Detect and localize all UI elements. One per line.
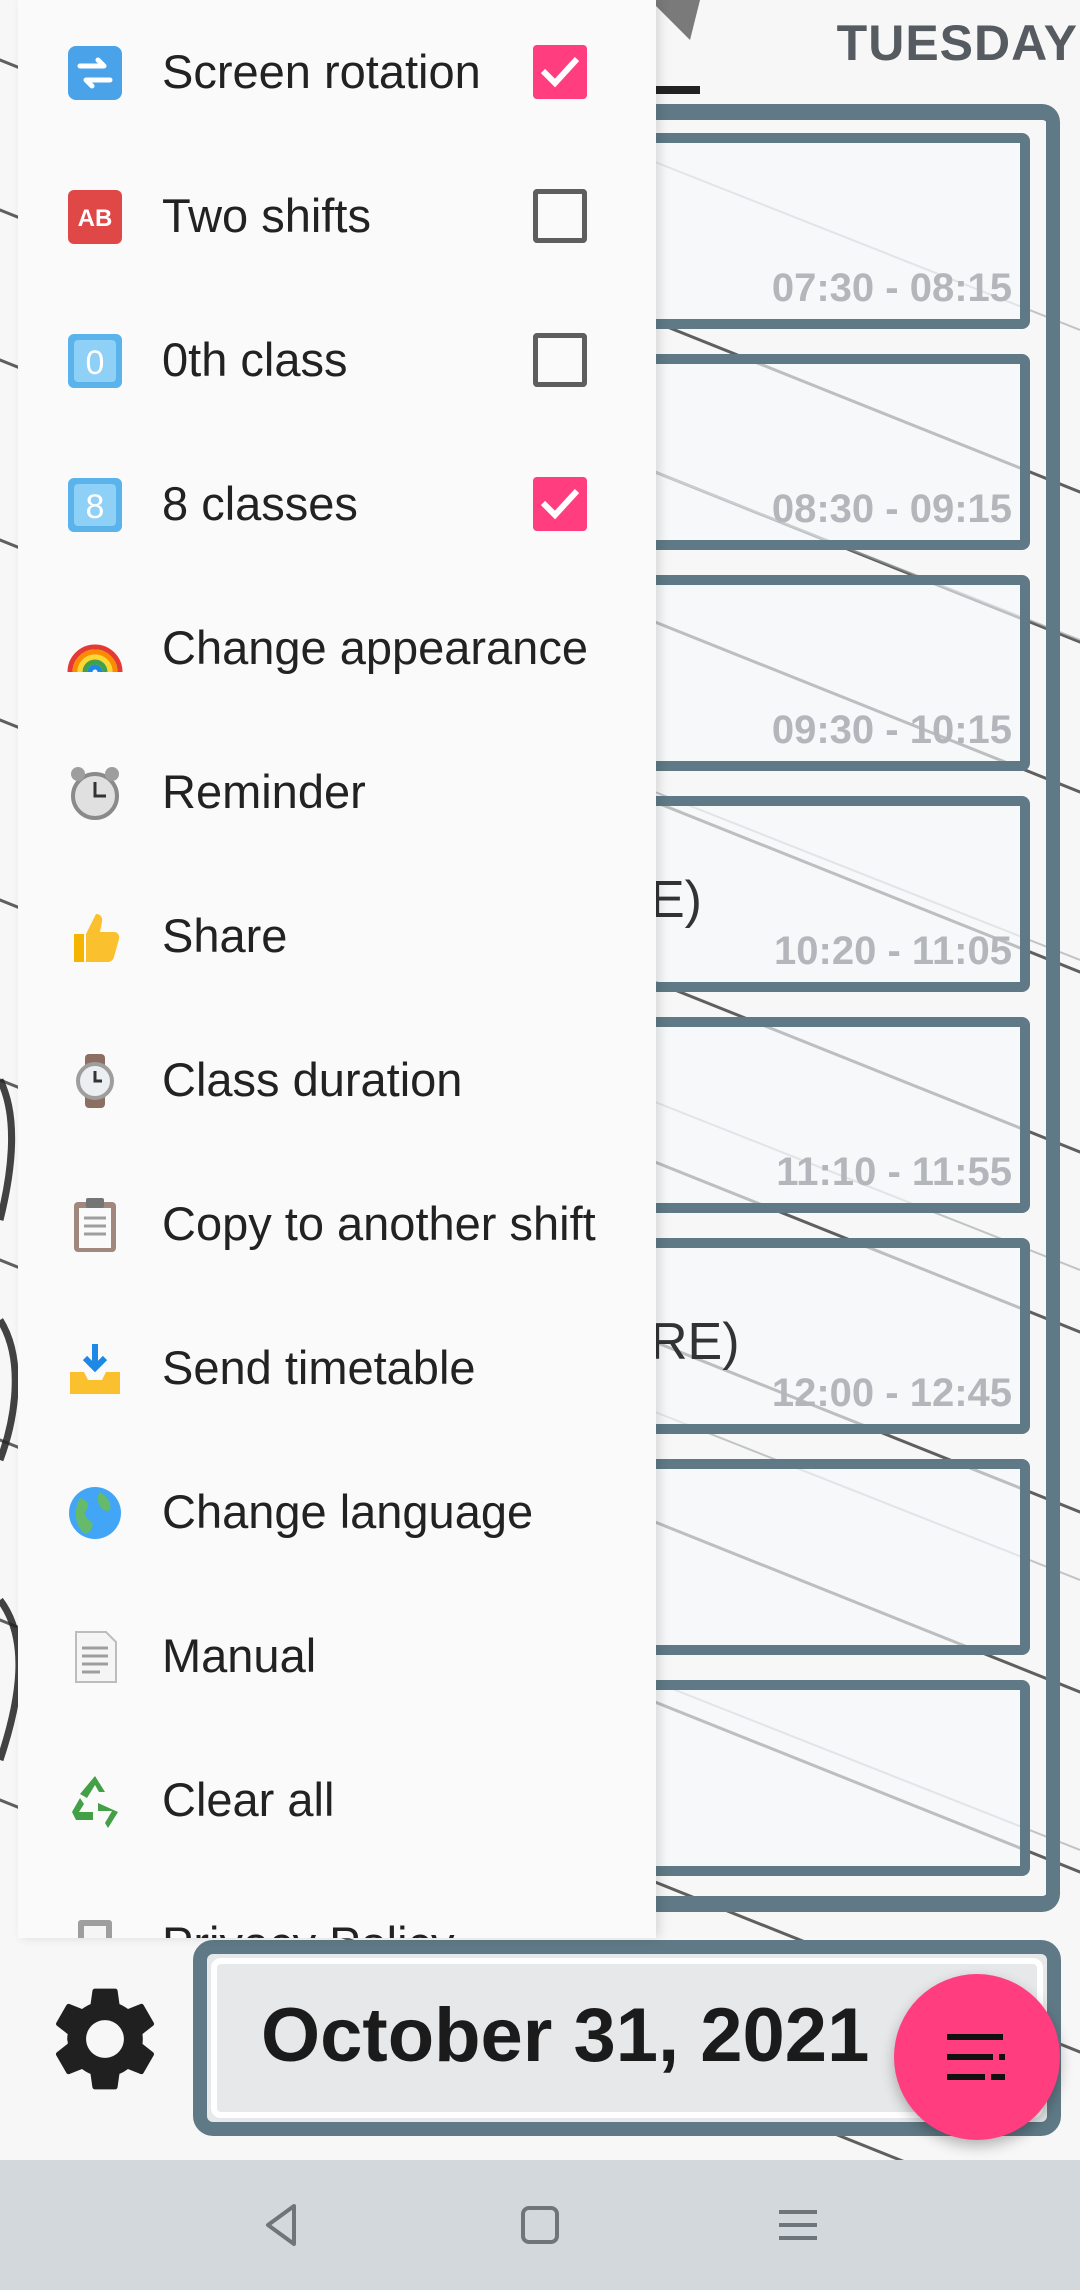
menu-item-label: Share bbox=[162, 909, 288, 962]
menu-item-label: Manual bbox=[162, 1629, 317, 1682]
svg-text:0: 0 bbox=[86, 344, 105, 382]
class-slot[interactable]: E) 10:20 - 11:05 bbox=[620, 796, 1030, 992]
menu-item-label: Screen rotation bbox=[162, 45, 481, 98]
slot-time: 07:30 - 08:15 bbox=[771, 266, 1012, 310]
menu-item-label: 0th class bbox=[162, 333, 348, 386]
slot-time: 12:00 - 12:45 bbox=[771, 1371, 1012, 1415]
slot-subject: E) bbox=[650, 871, 702, 929]
thumbs-up-icon bbox=[74, 914, 120, 962]
menu-item-two-shifts[interactable]: AB Two shifts bbox=[18, 144, 656, 288]
class-slot[interactable]: 07:30 - 08:15 bbox=[620, 133, 1030, 329]
home-icon[interactable] bbox=[511, 2196, 569, 2254]
menu-item-label: Class duration bbox=[162, 1053, 463, 1106]
menu-item-reminder[interactable]: Reminder bbox=[18, 720, 656, 864]
0th-class-checkbox[interactable] bbox=[533, 333, 587, 387]
keycap-zero-icon: 0 bbox=[68, 334, 122, 388]
keycap-eight-icon: 8 bbox=[68, 478, 122, 532]
menu-item-label: Reminder bbox=[162, 765, 366, 818]
menu-item-clear-all[interactable]: Clear all bbox=[18, 1728, 656, 1872]
menu-item-label: Send timetable bbox=[162, 1341, 476, 1394]
navigation-drawer: Screen rotation AB Two shifts 0 0th clas… bbox=[18, 0, 656, 1938]
menu-item-0th-class[interactable]: 0 0th class bbox=[18, 288, 656, 432]
tab-indicator bbox=[655, 86, 700, 94]
class-slot[interactable] bbox=[620, 1459, 1030, 1655]
ab-icon: AB bbox=[68, 190, 122, 244]
menu-item-copy-to-another-shift[interactable]: Copy to another shift bbox=[18, 1152, 656, 1296]
watch-icon bbox=[76, 1054, 114, 1108]
menu-item-send-timetable[interactable]: Send timetable bbox=[18, 1296, 656, 1440]
menu-item-class-duration[interactable]: Class duration bbox=[18, 1008, 656, 1152]
recycle-icon bbox=[72, 1776, 118, 1828]
slot-time: 10:20 - 11:05 bbox=[774, 929, 1012, 973]
menu-item-change-appearance[interactable]: Change appearance bbox=[18, 576, 656, 720]
menu-item-label: Two shifts bbox=[162, 189, 371, 242]
menu-item-label: Change language bbox=[162, 1485, 534, 1538]
document-icon bbox=[78, 1920, 112, 1938]
menu-item-label: Copy to another shift bbox=[162, 1197, 596, 1250]
class-slot[interactable] bbox=[620, 1680, 1030, 1876]
slot-subject: RE) bbox=[650, 1313, 740, 1371]
day-tab-tuesday[interactable]: TUESDAY bbox=[837, 14, 1078, 72]
menu-item-screen-rotation[interactable]: Screen rotation bbox=[18, 0, 656, 144]
rotate-arrows-icon bbox=[68, 46, 122, 100]
menu-item-label: Clear all bbox=[162, 1773, 335, 1826]
slot-time: 11:10 - 11:55 bbox=[776, 1150, 1012, 1194]
two-shifts-checkbox[interactable] bbox=[533, 189, 587, 243]
class-slot[interactable]: 09:30 - 10:15 bbox=[620, 575, 1030, 771]
page-icon bbox=[75, 1631, 117, 1683]
menu-item-label: Change appearance bbox=[162, 621, 588, 674]
system-nav-bar bbox=[0, 2160, 1080, 2290]
svg-text:AB: AB bbox=[78, 205, 113, 232]
alarm-clock-icon bbox=[71, 767, 119, 820]
class-slot[interactable]: RE) 12:00 - 12:45 bbox=[620, 1238, 1030, 1434]
gear-icon[interactable] bbox=[42, 1976, 168, 2102]
recents-icon[interactable] bbox=[769, 2196, 827, 2254]
menu-item-manual[interactable]: Manual bbox=[18, 1584, 656, 1728]
inbox-tray-icon bbox=[70, 1344, 120, 1394]
menu-item-change-language[interactable]: Change language bbox=[18, 1440, 656, 1584]
slot-time: 08:30 - 09:15 bbox=[771, 487, 1012, 531]
menu-item-label: Privacy Policy bbox=[162, 1916, 455, 1938]
slot-time: 09:30 - 10:15 bbox=[771, 708, 1012, 752]
rainbow-icon bbox=[67, 644, 123, 673]
clipboard-icon bbox=[74, 1198, 116, 1252]
globe-icon bbox=[69, 1487, 121, 1539]
screen-rotation-checkbox[interactable] bbox=[533, 45, 587, 99]
menu-item-label: 8 classes bbox=[162, 477, 358, 530]
class-slot[interactable]: 08:30 - 09:15 bbox=[620, 354, 1030, 550]
svg-text:8: 8 bbox=[86, 488, 105, 526]
8-classes-checkbox[interactable] bbox=[533, 477, 587, 531]
menu-item-privacy-policy[interactable]: Privacy Policy bbox=[18, 1872, 656, 1938]
menu-fab-button[interactable] bbox=[894, 1974, 1060, 2140]
class-slot[interactable]: 11:10 - 11:55 bbox=[620, 1017, 1030, 1213]
menu-lines-icon bbox=[947, 2034, 1005, 2080]
current-date: October 31, 2021 bbox=[261, 1993, 870, 2078]
menu-item-8-classes[interactable]: 8 8 classes bbox=[18, 432, 656, 576]
back-icon[interactable] bbox=[254, 2196, 312, 2254]
menu-item-share[interactable]: Share bbox=[18, 864, 656, 1008]
